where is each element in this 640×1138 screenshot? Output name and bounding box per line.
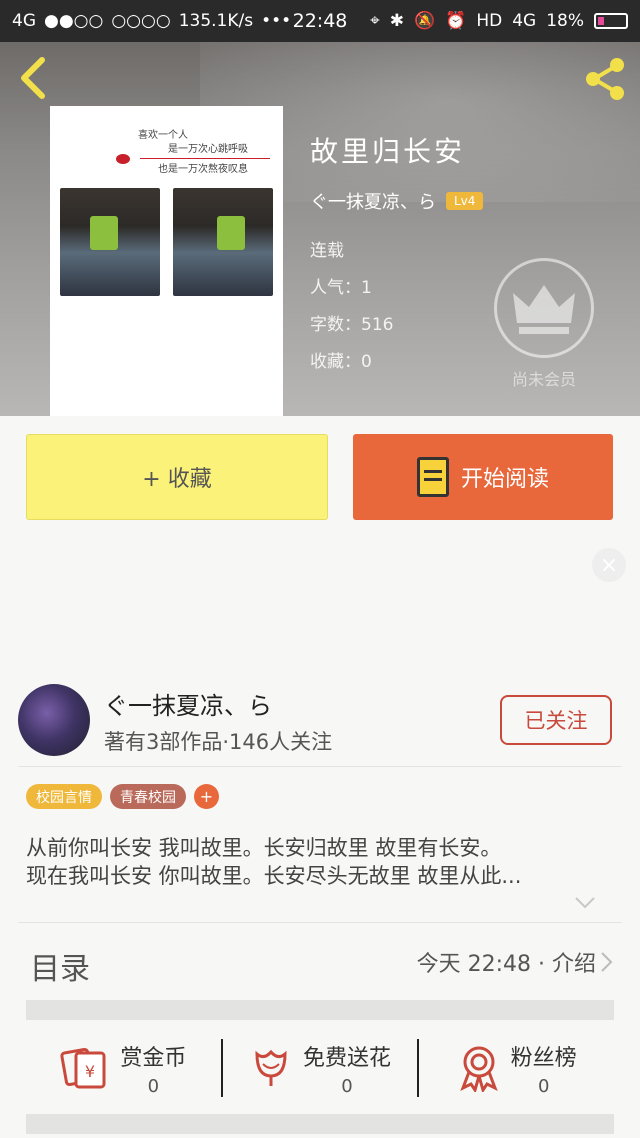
fans-value: 0 [537,1075,550,1097]
book-header: 喜欢一个人 是一万次心跳呼吸 也是一万次熬夜叹息 故里归长安 ぐ一抹夏凉、ら L… [0,42,640,416]
book-icon [416,457,449,497]
back-button[interactable] [14,56,54,100]
medal-icon [459,1046,498,1092]
book-word-count: 字数：516 [310,315,394,335]
section-separator [26,1000,614,1020]
share-button[interactable] [582,56,628,102]
network-type-right: 4G [512,11,537,31]
summary-line-2: 现在我叫长安 你叫故里。长安尽头无故里 故里从此... [26,864,522,888]
svg-text:¥: ¥ [85,1062,95,1081]
book-cover[interactable]: 喜欢一个人 是一万次心跳呼吸 也是一万次熬夜叹息 [50,106,283,416]
divider [18,766,622,767]
favorite-label: + 收藏 [142,467,212,492]
vip-watermark: 尚未会员 [494,258,594,389]
red-envelope-icon: ¥ [60,1047,106,1089]
favorite-button[interactable]: + 收藏 [26,434,328,520]
book-author[interactable]: ぐ一抹夏凉、ら [310,188,436,214]
start-reading-label: 开始阅读 [460,467,549,492]
free-flower-button[interactable]: 免费送花 0 [223,1030,418,1106]
book-title: 故里归长安 [310,135,466,168]
book-info: 故里归长安 ぐ一抹夏凉、ら Lv4 连载 人气：1 字数：516 收藏：0 [310,130,484,384]
book-favorites: 收藏：0 [310,352,372,372]
back-arrow-icon [21,57,45,99]
cover-text-1: 喜欢一个人 [138,130,188,141]
network-type: 4G [12,11,36,31]
cover-photo-right [173,188,273,296]
add-tag-button[interactable]: + [194,784,219,809]
more-dots: ••• [261,11,292,31]
close-ad-button[interactable]: × [592,548,626,582]
section-separator [26,1114,614,1134]
cover-photo-left [60,188,160,296]
flower-icon [255,1049,287,1086]
signal-strength-2: ○○○○ [111,11,171,31]
cover-text-3: 也是一万次熬夜叹息 [158,164,248,175]
divider [18,922,622,923]
hd-indicator: HD [476,11,503,31]
bluetooth-icon: ✱ [389,11,404,31]
level-badge: Lv4 [446,192,484,210]
summary-line-1: 从前你叫长安 我叫故里。长安归故里 故里有长安。 [26,836,502,860]
tag-item[interactable]: 校园言情 [26,784,102,809]
book-status: 连载 [310,241,344,261]
cover-text-2: 是一万次心跳呼吸 [168,144,248,155]
tag-item[interactable]: 青春校园 [110,784,186,809]
chevron-down-icon[interactable] [574,896,596,910]
reward-coins-button[interactable]: ¥ 赏金币 0 [26,1030,221,1106]
fans-rank-button[interactable]: 粉丝榜 0 [419,1030,614,1106]
net-speed: 135.1K/s [178,11,254,31]
flower-value: 0 [341,1075,353,1097]
book-popularity: 人气：1 [310,278,372,298]
heartbeat-line [140,158,270,159]
reward-value: 0 [147,1075,160,1097]
fans-label: 粉丝榜 [510,1045,577,1071]
alarm-icon: ⏰ [445,11,467,31]
crown-icon [513,285,575,334]
flower-label: 免费送花 [303,1045,392,1071]
toc-meta-link[interactable]: 今天 22:48 · 介绍 [417,946,614,978]
author-avatar[interactable] [18,684,90,756]
share-icon [586,58,624,100]
battery-icon [594,13,628,29]
mute-icon: 🔕 [413,11,436,31]
book-summary[interactable]: 从前你叫长安 我叫故里。长安归故里 故里有长安。 现在我叫长安 你叫故里。长安尽… [26,834,614,890]
signal-strength: ●●○○ [44,11,104,31]
follow-button[interactable]: 已关注 [500,695,612,745]
vip-label: 尚未会员 [511,370,576,389]
location-icon: ⌖ [370,11,380,31]
tag-list: 校园言情 青春校园 + [26,784,219,809]
author-name[interactable]: ぐ一抹夏凉、ら [104,686,272,721]
interaction-row: ¥ 赏金币 0 免费送花 0 粉丝榜 0 [26,1030,614,1106]
toc-title[interactable]: 目录 [30,944,90,988]
toc-meta-text: 今天 22:48 · 介绍 [416,952,596,977]
battery-percent: 18% [546,11,584,31]
status-bar: 4G ●●○○ ○○○○ 135.1K/s ••• 22:48 ⌖ ✱ 🔕 ⏰ … [0,0,640,42]
lips-icon [116,154,130,164]
reward-label: 赏金币 [120,1045,187,1071]
start-reading-button[interactable]: 开始阅读 [353,434,613,520]
author-stats: 著有3部作品·146人关注 [104,730,333,754]
chevron-right-icon [601,952,613,972]
